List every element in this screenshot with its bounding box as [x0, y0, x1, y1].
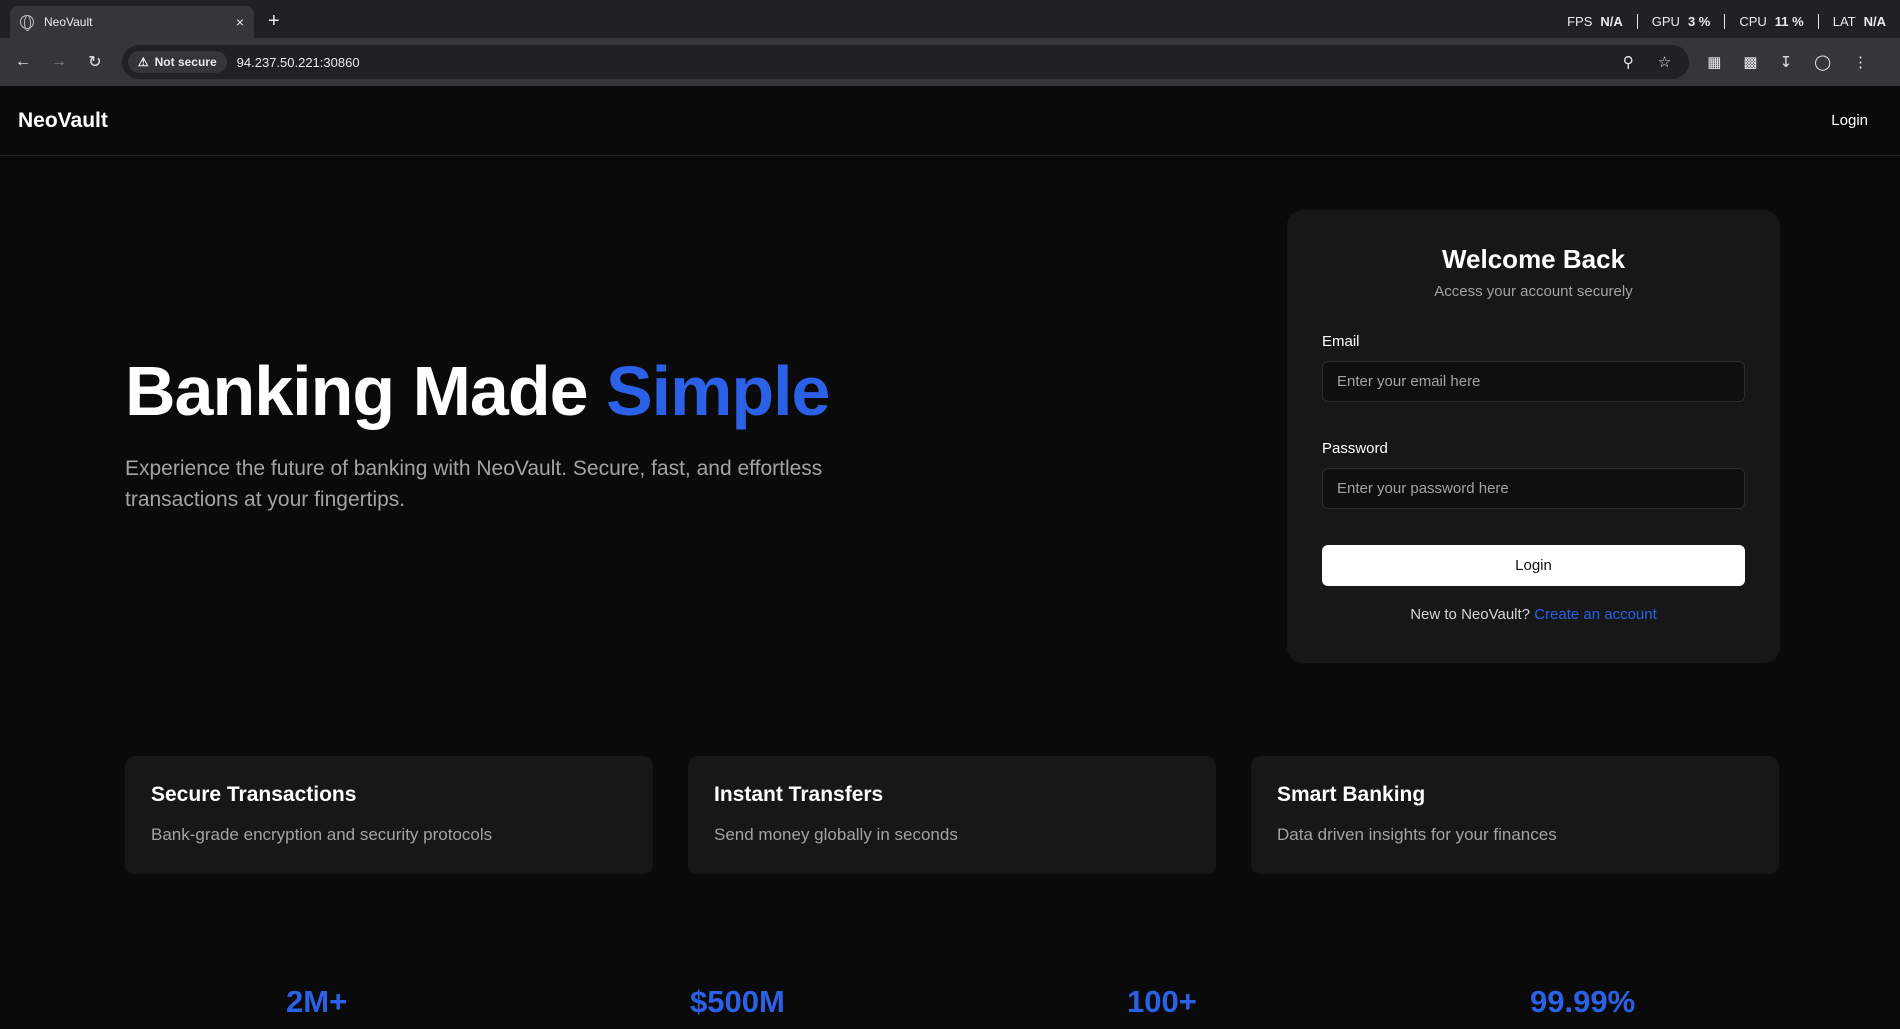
browser-tab[interactable]: NeoVault × [10, 6, 254, 38]
signup-prompt: New to NeoVault? Create an account [1410, 606, 1657, 623]
email-field[interactable] [1322, 361, 1745, 402]
feature-card: Smart Banking Data driven insights for y… [1251, 756, 1779, 874]
hero-subtitle: Experience the future of banking with Ne… [125, 457, 823, 511]
security-label: Not secure [154, 55, 217, 69]
stat-value: 99.99% [1530, 984, 1636, 1019]
feature-card: Instant Transfers Send money globally in… [688, 756, 1216, 874]
address-bar[interactable]: ⚠ Not secure 94.237.50.221:30860 ⚲ ☆ [121, 45, 1690, 79]
browser-toolbar: ← → ↻ ⚠ Not secure 94.237.50.221:30860 ⚲… [0, 38, 1900, 86]
tab-title: NeoVault [44, 15, 93, 29]
login-card: Welcome Back Access your account securel… [1287, 210, 1780, 663]
forward-icon[interactable]: → [46, 53, 72, 71]
reload-icon[interactable]: ↻ [82, 52, 108, 72]
hero-title-accent: Simple [605, 352, 831, 430]
feature-description: Bank-grade encryption and security proto… [151, 825, 493, 844]
password-field[interactable] [1322, 468, 1745, 509]
site-navbar: NeoVault Login [0, 86, 1900, 156]
download-icon[interactable]: ↧ [1780, 53, 1793, 71]
bookmark-star-icon[interactable]: ☆ [1658, 53, 1671, 71]
feature-description: Send money globally in seconds [714, 825, 958, 844]
new-tab-button[interactable]: + [268, 10, 280, 33]
hero-section: Banking Made Simple Experience the futur… [0, 156, 1900, 716]
menu-icon[interactable]: ⋮ [1853, 53, 1868, 71]
features-row: Secure Transactions Bank-grade encryptio… [0, 756, 1900, 874]
login-button[interactable]: Login [1322, 545, 1745, 586]
nav-login-link[interactable]: Login [1831, 112, 1868, 129]
brand-logo[interactable]: NeoVault [18, 109, 108, 133]
stats-row: 2M+ $500M 100+ 99.99% [0, 984, 1900, 1029]
cast-icon[interactable]: ▩ [1743, 53, 1757, 71]
feature-title: Instant Transfers [714, 783, 884, 806]
zoom-icon[interactable]: ⚲ [1623, 53, 1634, 71]
feature-title: Secure Transactions [151, 783, 357, 806]
browser-tabbar: NeoVault × + FPS N/A GPU 3 % CPU 11 % LAT N/… [0, 0, 1900, 38]
close-tab-icon[interactable]: × [236, 14, 244, 30]
login-subtitle: Access your account securely [1434, 283, 1633, 300]
perf-fps: FPS N/A [1567, 14, 1623, 29]
login-title: Welcome Back [1441, 244, 1626, 274]
feature-description: Data driven insights for your finances [1277, 825, 1557, 844]
back-icon[interactable]: ← [10, 53, 36, 71]
perf-cpu: CPU 11 % [1724, 14, 1817, 29]
perf-lat: LAT N/A [1817, 14, 1900, 29]
extensions-icon[interactable]: ▦ [1707, 53, 1721, 71]
password-label: Password [1322, 440, 1388, 457]
globe-icon [20, 15, 34, 31]
perf-gpu: GPU 3 % [1636, 14, 1725, 29]
url-text[interactable]: 94.237.50.221:30860 [237, 55, 1611, 70]
stat-value: 100+ [1127, 984, 1197, 1019]
security-chip[interactable]: ⚠ Not secure [127, 51, 227, 73]
feature-title: Smart Banking [1277, 783, 1426, 806]
stat-value: $500M [690, 984, 785, 1019]
hero-copy: Banking Made Simple Experience the futur… [125, 351, 925, 515]
email-label: Email [1322, 333, 1360, 350]
feature-card: Secure Transactions Bank-grade encryptio… [125, 756, 653, 874]
create-account-link[interactable]: Create an account [1534, 606, 1657, 623]
warning-icon: ⚠ [137, 55, 149, 69]
hero-title: Banking Made Simple [125, 352, 831, 430]
stat-value: 2M+ [286, 984, 348, 1019]
perf-overlay: FPS N/A GPU 3 % CPU 11 % LAT N/A [1553, 14, 1900, 29]
profile-icon[interactable]: ◯ [1814, 53, 1831, 71]
